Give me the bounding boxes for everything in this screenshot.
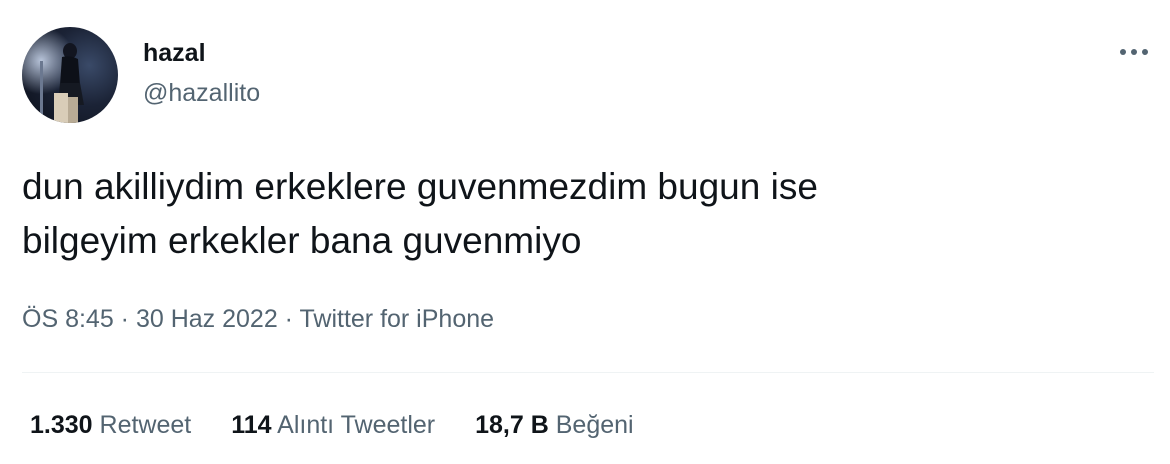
more-horizontal-icon bbox=[1120, 49, 1148, 55]
quotes-stat[interactable]: 114 Alıntı Tweetler bbox=[231, 408, 435, 442]
meta-separator: · bbox=[277, 305, 300, 333]
likes-count: 18,7 B bbox=[475, 411, 549, 439]
retweets-count: 1.330 bbox=[30, 411, 93, 439]
avatar[interactable] bbox=[22, 27, 118, 123]
likes-label: Beğeni bbox=[555, 411, 634, 439]
tweet-text: dun akilliydim erkeklere guvenmezdim bug… bbox=[22, 166, 818, 261]
divider bbox=[22, 372, 1154, 373]
tweet-date: 30 Haz 2022 bbox=[135, 305, 278, 333]
tweet-source-link[interactable]: Twitter for iPhone bbox=[300, 305, 495, 333]
tweet-card: hazal @hazallito dun akilliydim erkekler… bbox=[0, 0, 1170, 464]
avatar-photo bbox=[22, 27, 118, 123]
quotes-label: Alıntı Tweetler bbox=[277, 411, 436, 439]
quotes-count: 114 bbox=[231, 411, 272, 439]
tweet-time-link[interactable]: ÖS 8:45 · 30 Haz 2022 bbox=[22, 305, 278, 333]
more-options-button[interactable] bbox=[1112, 38, 1156, 66]
author-handle[interactable]: @hazallito bbox=[143, 78, 260, 108]
retweets-stat[interactable]: 1.330 Retweet bbox=[30, 408, 191, 442]
retweets-label: Retweet bbox=[99, 411, 192, 439]
likes-stat[interactable]: 18,7 B Beğeni bbox=[475, 408, 633, 442]
tweet-meta: ÖS 8:45 · 30 Haz 2022 · Twitter for iPho… bbox=[22, 302, 494, 336]
tweet-time: ÖS 8:45 bbox=[22, 305, 114, 333]
tweet-stats: 1.330 Retweet 114 Alıntı Tweetler 18,7 B… bbox=[30, 408, 634, 442]
author-name[interactable]: hazal bbox=[143, 38, 206, 68]
meta-separator: · bbox=[113, 305, 136, 333]
